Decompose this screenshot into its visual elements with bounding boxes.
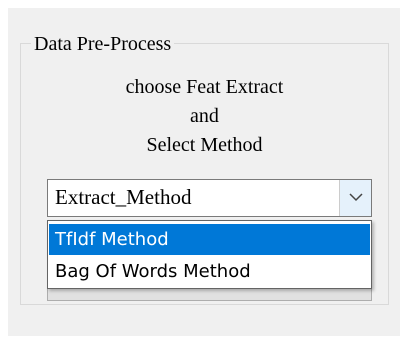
instruction-line-2: and (190, 105, 219, 127)
combobox-dropdown-button[interactable] (339, 180, 371, 216)
instruction-line-3: Select Method (146, 134, 263, 156)
combobox-selected-value: Extract_Method (55, 185, 192, 209)
instruction-line-1: choose Feat Extract (125, 76, 284, 98)
groupbox-title: Data Pre-Process (31, 33, 175, 55)
instructions-text: choose Feat Extract and Select Method (22, 73, 387, 160)
dropdown-option-tfidf[interactable]: TfIdf Method (49, 224, 370, 255)
extract-method-combobox[interactable]: Extract_Method (47, 179, 372, 217)
extract-method-dropdown-list: TfIdf Method Bag Of Words Method (47, 220, 372, 289)
dropdown-option-bag-of-words[interactable]: Bag Of Words Method (49, 256, 370, 287)
chevron-down-icon (349, 193, 363, 202)
